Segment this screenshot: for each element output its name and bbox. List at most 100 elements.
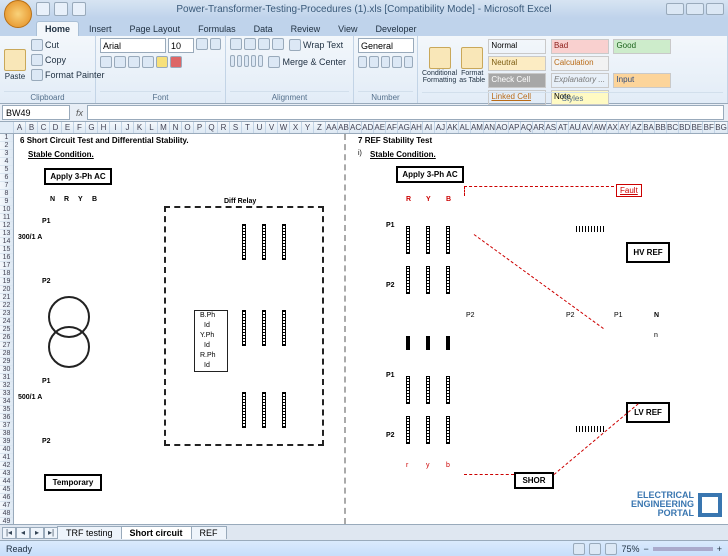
col-header[interactable]: AG xyxy=(398,122,411,133)
row-header[interactable]: 15 xyxy=(0,246,13,254)
grow-font-icon[interactable] xyxy=(196,38,208,50)
view-break-icon[interactable] xyxy=(605,543,617,555)
tab-review[interactable]: Review xyxy=(283,22,329,36)
row-header[interactable]: 6 xyxy=(0,174,13,182)
col-header[interactable]: Z xyxy=(314,122,326,133)
maximize-button[interactable] xyxy=(686,3,704,15)
row-header[interactable]: 41 xyxy=(0,454,13,462)
col-header[interactable]: AO xyxy=(496,122,509,133)
row-header[interactable]: 19 xyxy=(0,278,13,286)
wrap-text-button[interactable]: Wrap Text xyxy=(286,38,346,52)
col-header[interactable]: Y xyxy=(302,122,314,133)
row-header[interactable]: 35 xyxy=(0,406,13,414)
bold-icon[interactable] xyxy=(100,56,112,68)
col-header[interactable]: R xyxy=(218,122,230,133)
col-header[interactable]: AJ xyxy=(435,122,447,133)
row-header[interactable]: 25 xyxy=(0,326,13,334)
col-header[interactable]: W xyxy=(278,122,290,133)
row-header[interactable]: 48 xyxy=(0,510,13,518)
row-header[interactable]: 31 xyxy=(0,374,13,382)
row-header[interactable]: 18 xyxy=(0,270,13,278)
col-header[interactable]: AP xyxy=(509,122,521,133)
row-header[interactable]: 27 xyxy=(0,342,13,350)
sheet-tab-trf[interactable]: TRF testing xyxy=(57,526,122,539)
row-header[interactable]: 44 xyxy=(0,478,13,486)
row-header[interactable]: 47 xyxy=(0,502,13,510)
col-header[interactable]: C xyxy=(38,122,50,133)
col-header[interactable]: P xyxy=(194,122,206,133)
office-button[interactable] xyxy=(4,0,32,28)
align-bottom-icon[interactable] xyxy=(258,38,270,50)
row-header[interactable]: 23 xyxy=(0,310,13,318)
col-header[interactable]: AL xyxy=(459,122,471,133)
row-header[interactable]: 3 xyxy=(0,150,13,158)
col-header[interactable]: BC xyxy=(667,122,679,133)
col-header[interactable]: J xyxy=(122,122,134,133)
qat-undo-icon[interactable] xyxy=(54,2,68,16)
row-header[interactable]: 40 xyxy=(0,446,13,454)
number-format-select[interactable] xyxy=(358,38,414,53)
align-right-icon[interactable] xyxy=(244,55,249,67)
underline-icon[interactable] xyxy=(128,56,140,68)
indent-dec-icon[interactable] xyxy=(251,55,256,67)
row-header[interactable]: 45 xyxy=(0,486,13,494)
row-header[interactable]: 12 xyxy=(0,222,13,230)
row-header[interactable]: 49 xyxy=(0,518,13,524)
col-header[interactable]: AY xyxy=(619,122,631,133)
row-header[interactable]: 7 xyxy=(0,182,13,190)
row-header[interactable]: 10 xyxy=(0,206,13,214)
row-header[interactable]: 32 xyxy=(0,382,13,390)
col-header[interactable]: U xyxy=(254,122,266,133)
col-header[interactable]: AM xyxy=(471,122,484,133)
tab-data[interactable]: Data xyxy=(246,22,281,36)
formula-input[interactable] xyxy=(87,105,724,120)
row-header[interactable]: 2 xyxy=(0,142,13,150)
col-header[interactable]: BB xyxy=(655,122,667,133)
shrink-font-icon[interactable] xyxy=(210,38,222,50)
qat-redo-icon[interactable] xyxy=(72,2,86,16)
row-header[interactable]: 33 xyxy=(0,390,13,398)
col-header[interactable]: BG xyxy=(715,122,728,133)
col-header[interactable]: D xyxy=(50,122,62,133)
fx-icon[interactable]: fx xyxy=(72,108,87,118)
row-header[interactable]: 28 xyxy=(0,350,13,358)
align-center-icon[interactable] xyxy=(237,55,242,67)
tab-home[interactable]: Home xyxy=(36,21,79,36)
col-header[interactable]: H xyxy=(98,122,110,133)
conditional-formatting-button[interactable]: Conditional Formatting xyxy=(422,38,457,92)
col-header[interactable]: V xyxy=(266,122,278,133)
row-header[interactable]: 24 xyxy=(0,318,13,326)
font-name-select[interactable] xyxy=(100,38,166,53)
zoom-slider[interactable] xyxy=(653,547,713,551)
row-header[interactable]: 20 xyxy=(0,286,13,294)
format-as-table-button[interactable]: Format as Table xyxy=(457,38,487,92)
style-explanatory[interactable]: Explanatory ... xyxy=(551,73,609,88)
col-header[interactable]: N xyxy=(170,122,182,133)
row-header[interactable]: 34 xyxy=(0,398,13,406)
orientation-icon[interactable] xyxy=(272,38,284,50)
paste-button[interactable]: Paste xyxy=(4,38,26,91)
col-header[interactable]: AN xyxy=(484,122,496,133)
fill-color-icon[interactable] xyxy=(156,56,168,68)
tab-nav-last[interactable]: ▸| xyxy=(44,527,58,539)
style-bad[interactable]: Bad xyxy=(551,39,609,54)
col-header[interactable]: AW xyxy=(593,122,607,133)
col-header[interactable]: AE xyxy=(374,122,386,133)
col-header[interactable]: F xyxy=(74,122,86,133)
col-header[interactable]: BD xyxy=(679,122,691,133)
row-header[interactable]: 1 xyxy=(0,134,13,142)
row-header[interactable]: 37 xyxy=(0,422,13,430)
col-header[interactable]: AV xyxy=(581,122,593,133)
row-header[interactable]: 16 xyxy=(0,254,13,262)
percent-icon[interactable] xyxy=(369,56,378,68)
tab-view[interactable]: View xyxy=(330,22,365,36)
col-header[interactable]: T xyxy=(242,122,254,133)
row-header[interactable]: 17 xyxy=(0,262,13,270)
col-header[interactable]: AT xyxy=(557,122,569,133)
col-header[interactable]: E xyxy=(62,122,74,133)
name-box[interactable]: BW49 xyxy=(2,105,70,120)
close-button[interactable] xyxy=(706,3,724,15)
row-header[interactable]: 11 xyxy=(0,214,13,222)
indent-inc-icon[interactable] xyxy=(258,55,263,67)
row-header[interactable]: 4 xyxy=(0,158,13,166)
